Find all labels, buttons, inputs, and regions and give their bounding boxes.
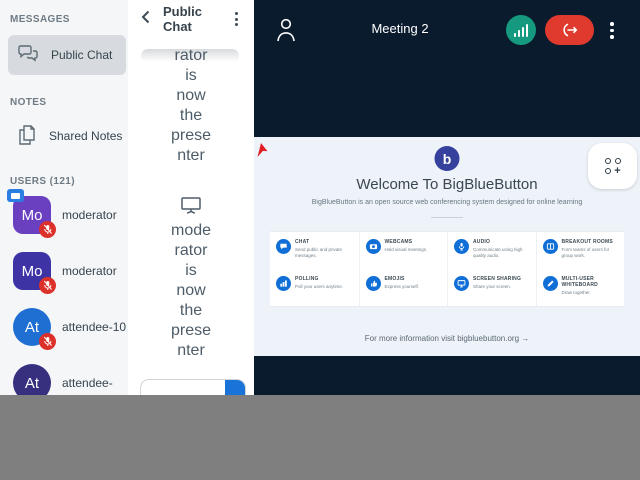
whiteboard-cursor-icon (256, 142, 268, 163)
welcome-subtitle: BigBlueButton is an open source web conf… (311, 199, 583, 206)
user-list-item-attendee-10[interactable]: At attendee-10 (0, 299, 128, 355)
user-name: attendee-10 (62, 320, 127, 334)
chat-bubbles-icon (16, 44, 40, 67)
user-list-item-moderator[interactable]: Mo moderator (0, 243, 128, 299)
emoji-hand-icon (365, 276, 381, 291)
chat-message: rator is now the prese nter (170, 47, 212, 164)
user-list-toggle-button[interactable] (275, 16, 297, 45)
breakout-rooms-icon (542, 239, 558, 254)
signal-bar (517, 30, 521, 37)
back-chevron-icon[interactable] (141, 10, 150, 29)
feature-card-audio: AUDIO Communicate using high quality aud… (447, 232, 536, 269)
user-name: moderator (62, 208, 117, 222)
sidebar-item-label: Public Chat (51, 48, 113, 62)
leave-meeting-button[interactable] (545, 15, 594, 45)
screenshot-gray-band (0, 395, 640, 480)
sidebar-item-shared-notes[interactable]: Shared Notes (8, 116, 126, 156)
feature-card-whiteboard: MULTI-USER WHITEBOARD Draw together. (535, 269, 625, 306)
meeting-title: Meeting 2 (371, 21, 429, 36)
chat-panel-title: Public Chat (163, 4, 203, 34)
signal-bar (513, 33, 517, 37)
feature-grid: CHAT Send public and private messages. W… (270, 231, 624, 307)
presenter-screen-icon (180, 196, 202, 219)
sidebar-item-label: Shared Notes (49, 129, 123, 143)
feature-card-breakout-rooms: BREAKOUT ROOMS Form teams of users for g… (535, 232, 625, 269)
notes-header: NOTES (10, 97, 47, 108)
microphone-icon (454, 239, 469, 254)
avatar-initials: At (24, 318, 40, 336)
feature-card-screen-sharing: SCREEN SHARING Share your screen. (447, 269, 536, 306)
chat-options-icon[interactable] (232, 9, 241, 29)
avatar-initials: At (24, 374, 40, 392)
presenter-badge-icon (7, 189, 24, 202)
feature-card-chat: CHAT Send public and private messages. (270, 232, 359, 269)
chat-message-list: rator is now the prese nter mode rator i… (128, 46, 254, 361)
pencil-icon (542, 276, 558, 291)
options-menu-icon[interactable] (606, 18, 618, 43)
chat-header: Public Chat (128, 0, 254, 38)
feature-card-webcams: WEBCAMS Hold visual meetings. (358, 232, 448, 269)
sidebar-item-public-chat[interactable]: Public Chat (8, 35, 126, 75)
muted-mic-icon (39, 221, 56, 238)
shared-notes-icon (16, 123, 38, 150)
avatar: At (13, 308, 56, 350)
polling-icon (276, 276, 291, 291)
signal-bar (525, 24, 529, 37)
apps-plus-icon: + (604, 157, 622, 177)
signal-bar (521, 27, 525, 37)
muted-mic-icon (39, 277, 56, 294)
webcam-icon (365, 239, 381, 254)
avatar: Mo (7, 189, 56, 238)
muted-mic-icon (39, 333, 56, 350)
presentation-area: + b Welcome To BigBlueButton BigBlueButt… (254, 137, 640, 356)
user-name: moderator (62, 264, 117, 278)
avatar-initials: Mo (21, 206, 43, 224)
more-info-link: For more information visit bigbluebutton… (364, 334, 530, 343)
chat-message: mode rator is now the prese nter (128, 196, 254, 361)
divider (431, 217, 463, 218)
chat-icon (276, 239, 291, 254)
users-header: USERS (121) (10, 176, 75, 187)
user-name: attendee- (62, 376, 113, 390)
leave-icon (562, 23, 577, 37)
bigbluebutton-logo: b (434, 146, 460, 171)
messages-header: MESSAGES (10, 14, 70, 25)
feature-card-emojis: EMOJIS Express yourself. (358, 269, 448, 306)
screen-share-icon (454, 276, 469, 291)
welcome-title: Welcome To BigBlueButton (356, 176, 538, 193)
feature-card-polling: POLLING Poll your users anytime. (270, 269, 359, 306)
avatar: Mo (13, 252, 56, 294)
user-list-item-moderator-presenter[interactable]: Mo moderator (0, 187, 128, 243)
avatar-initials: Mo (21, 262, 43, 280)
connection-status-button[interactable] (506, 15, 536, 45)
